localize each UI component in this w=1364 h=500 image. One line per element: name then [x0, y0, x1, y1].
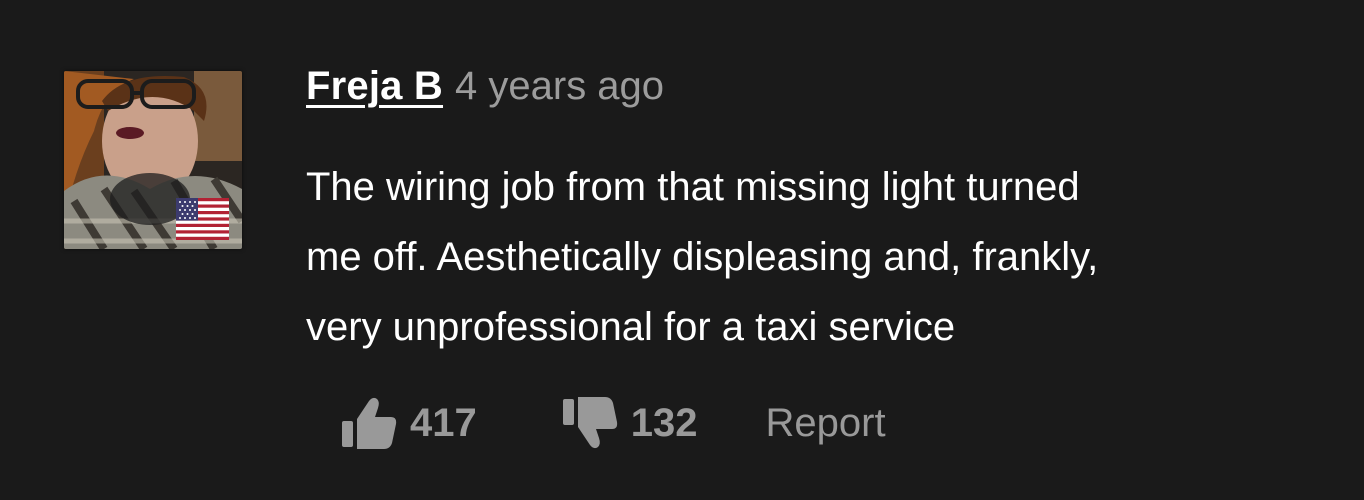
report-link[interactable]: Report	[766, 401, 886, 446]
comment-body-line: very unprofessional for a taxi service	[306, 305, 956, 349]
thumbs-up-icon	[340, 395, 398, 451]
comment-author-link[interactable]: Freja B	[306, 64, 443, 109]
comment-header: Freja B 4 years ago	[306, 64, 664, 114]
comment-body-line: me off. Aesthetically displeasing and, f…	[306, 235, 1099, 279]
upvote-count: 417	[410, 400, 477, 445]
downvote-count: 132	[630, 400, 698, 445]
comment-actions: 417 132 Report	[340, 395, 886, 451]
thumbs-down-icon	[561, 395, 619, 451]
comment-timestamp: 4 years ago	[455, 64, 665, 108]
comment-card: Freja B 4 years ago The wiring job from …	[0, 0, 1364, 500]
comment-body-line: The wiring job from that missing light t…	[306, 165, 1080, 209]
comment-body: The wiring job from that missing light t…	[306, 152, 1326, 362]
downvote-button[interactable]: 132	[561, 395, 698, 451]
upvote-button[interactable]: 417	[340, 395, 477, 451]
user-avatar[interactable]	[64, 71, 242, 249]
us-flag-icon	[176, 198, 229, 240]
